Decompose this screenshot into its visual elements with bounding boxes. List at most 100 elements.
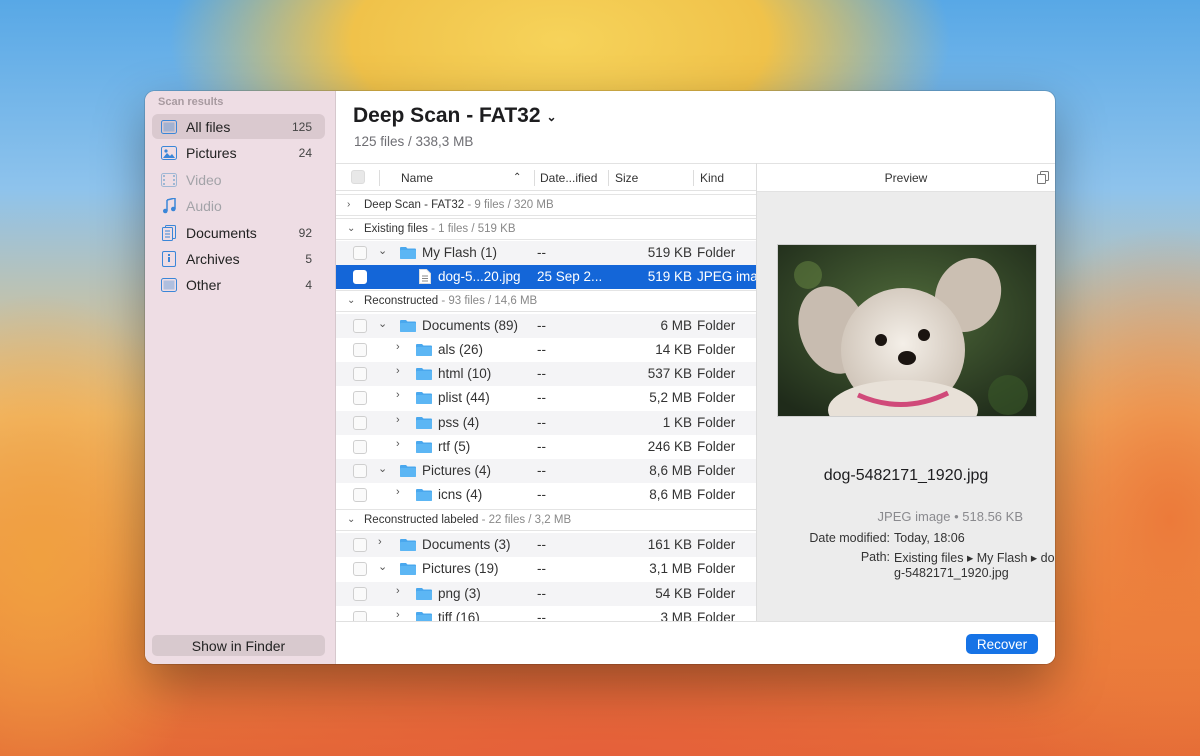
sidebar-item-label: All files	[186, 118, 231, 135]
row-checkbox[interactable]	[353, 440, 367, 454]
table-row[interactable]: › png (3) -- 54 KB Folder	[336, 582, 756, 606]
folder-icon	[416, 367, 432, 383]
table-row[interactable]: › rtf (5) -- 246 KB Folder	[336, 435, 756, 459]
row-kind: Folder	[697, 561, 736, 576]
row-checkbox[interactable]	[353, 464, 367, 478]
sidebar-item-pictures[interactable]: Pictures 24	[152, 140, 325, 165]
chevron-down-icon[interactable]: ⌄	[378, 560, 387, 573]
column-date[interactable]: Date...ified	[540, 171, 597, 185]
row-kind: Folder	[697, 439, 736, 454]
chevron-down-icon: ⌄	[546, 110, 557, 124]
row-name: pss (4)	[438, 415, 480, 430]
copy-icon[interactable]	[1037, 171, 1049, 187]
row-checkbox[interactable]	[353, 416, 367, 430]
sidebar-title: Scan results	[158, 96, 224, 108]
row-date: 25 Sep 2...	[537, 269, 603, 284]
table-row[interactable]: › plist (44) -- 5,2 MB Folder	[336, 386, 756, 410]
sidebar-item-count: 24	[298, 145, 312, 160]
row-size: 537 KB	[647, 366, 692, 381]
row-name: html (10)	[438, 366, 492, 381]
row-name: icns (4)	[438, 487, 483, 502]
scan-summary: 125 files / 338,3 MB	[354, 134, 474, 149]
other-icon	[161, 277, 177, 293]
row-checkbox[interactable]	[353, 587, 367, 601]
main-panel: Deep Scan - FAT32 ⌄ 125 files / 338,3 MB…	[336, 91, 1055, 664]
sidebar-item-other[interactable]: Other 4	[152, 272, 325, 297]
group-deep-scan[interactable]: › Deep Scan - FAT32 - 9 files / 320 MB	[336, 194, 756, 216]
group-stats: - 9 files / 320 MB	[464, 199, 554, 211]
row-checkbox[interactable]	[353, 319, 367, 333]
folder-icon	[400, 464, 416, 480]
show-in-finder-button[interactable]: Show in Finder	[152, 635, 325, 656]
sidebar-item-label: Audio	[186, 197, 222, 214]
table-row[interactable]: › html (10) -- 537 KB Folder	[336, 362, 756, 386]
row-checkbox[interactable]	[353, 538, 367, 552]
row-date: --	[537, 415, 546, 430]
table-row[interactable]: › tiff (16) -- 3 MB Folder	[336, 606, 756, 621]
path-value-line1: Existing files ▸ My Flash ▸ do	[894, 551, 1055, 565]
sidebar-item-video[interactable]: Video	[152, 167, 325, 192]
row-kind: Folder	[697, 586, 736, 601]
group-stats: - 22 files / 3,2 MB	[478, 514, 572, 526]
table-row[interactable]: ⌄ Documents (89) -- 6 MB Folder	[336, 314, 756, 338]
chevron-right-icon[interactable]: ›	[396, 438, 400, 450]
row-checkbox[interactable]	[353, 562, 367, 576]
sidebar-item-audio[interactable]: Audio	[152, 193, 325, 218]
row-date: --	[537, 463, 546, 478]
row-checkbox[interactable]	[353, 488, 367, 502]
row-checkbox[interactable]	[353, 246, 367, 260]
sidebar-item-archives[interactable]: Archives 5	[152, 246, 325, 271]
column-name[interactable]: Name	[401, 171, 433, 185]
path-label: Path:	[860, 550, 890, 564]
table-row-selected[interactable]: dog-5...20.jpg 25 Sep 2... 519 KB JPEG i…	[336, 265, 757, 289]
table-row[interactable]: › pss (4) -- 1 KB Folder	[336, 411, 756, 435]
column-header: Name ⌃ Date...ified Size Kind	[336, 163, 756, 191]
chevron-right-icon[interactable]: ›	[396, 486, 400, 498]
row-kind: Folder	[697, 342, 736, 357]
table-row[interactable]: ⌄ Pictures (19) -- 3,1 MB Folder	[336, 557, 756, 581]
row-checkbox[interactable]	[353, 391, 367, 405]
row-kind: Folder	[697, 245, 736, 260]
row-date: --	[537, 439, 546, 454]
table-row[interactable]: ⌄ Pictures (4) -- 8,6 MB Folder	[336, 459, 756, 483]
sidebar-item-documents[interactable]: Documents 92	[152, 220, 325, 245]
chevron-right-icon[interactable]: ›	[378, 536, 382, 548]
sort-ascending-icon[interactable]: ⌃	[513, 172, 521, 183]
recover-button[interactable]: Recover	[966, 634, 1038, 654]
group-title: Reconstructed	[364, 295, 439, 307]
sidebar-item-all-files[interactable]: All files 125	[152, 114, 325, 139]
chevron-down-icon[interactable]: ⌄	[378, 462, 387, 475]
sidebar-item-count: 5	[305, 251, 312, 266]
row-kind: Folder	[697, 366, 736, 381]
group-reconstructed[interactable]: ⌄ Reconstructed - 93 files / 14,6 MB	[336, 290, 756, 312]
group-reconstructed-labeled[interactable]: ⌄ Reconstructed labeled - 22 files / 3,2…	[336, 509, 756, 531]
chevron-right-icon[interactable]: ›	[396, 365, 400, 377]
table-row[interactable]: › Documents (3) -- 161 KB Folder	[336, 533, 756, 557]
table-row[interactable]: › als (26) -- 14 KB Folder	[336, 338, 756, 362]
chevron-down-icon[interactable]: ⌄	[378, 317, 387, 330]
row-name: Pictures (19)	[422, 561, 499, 576]
group-existing-files[interactable]: ⌄ Existing files - 1 files / 519 KB	[336, 218, 756, 240]
row-kind: JPEG ima	[697, 269, 757, 284]
page-title: Deep Scan - FAT32	[353, 104, 541, 127]
chevron-right-icon[interactable]: ›	[396, 341, 400, 353]
chevron-right-icon[interactable]: ›	[396, 609, 400, 621]
chevron-right-icon[interactable]: ›	[396, 414, 400, 426]
row-checkbox[interactable]	[353, 270, 367, 284]
footer-bar: Recover	[336, 621, 1055, 664]
table-row[interactable]: ⌄ My Flash (1) -- 519 KB Folder	[336, 241, 756, 265]
row-checkbox[interactable]	[353, 611, 367, 621]
row-name: Documents (89)	[422, 318, 519, 333]
scan-title-dropdown[interactable]: Deep Scan - FAT32 ⌄	[353, 104, 557, 128]
row-checkbox[interactable]	[353, 367, 367, 381]
column-kind[interactable]: Kind	[700, 171, 724, 185]
chevron-right-icon[interactable]: ›	[396, 585, 400, 597]
folder-icon	[400, 246, 416, 262]
select-all-checkbox[interactable]	[351, 170, 365, 184]
chevron-right-icon[interactable]: ›	[396, 389, 400, 401]
table-row[interactable]: › icns (4) -- 8,6 MB Folder	[336, 483, 756, 507]
row-checkbox[interactable]	[353, 343, 367, 357]
path-value-line2: g-5482171_1920.jpg	[894, 566, 1009, 580]
column-size[interactable]: Size	[615, 171, 638, 185]
chevron-down-icon[interactable]: ⌄	[378, 244, 387, 257]
